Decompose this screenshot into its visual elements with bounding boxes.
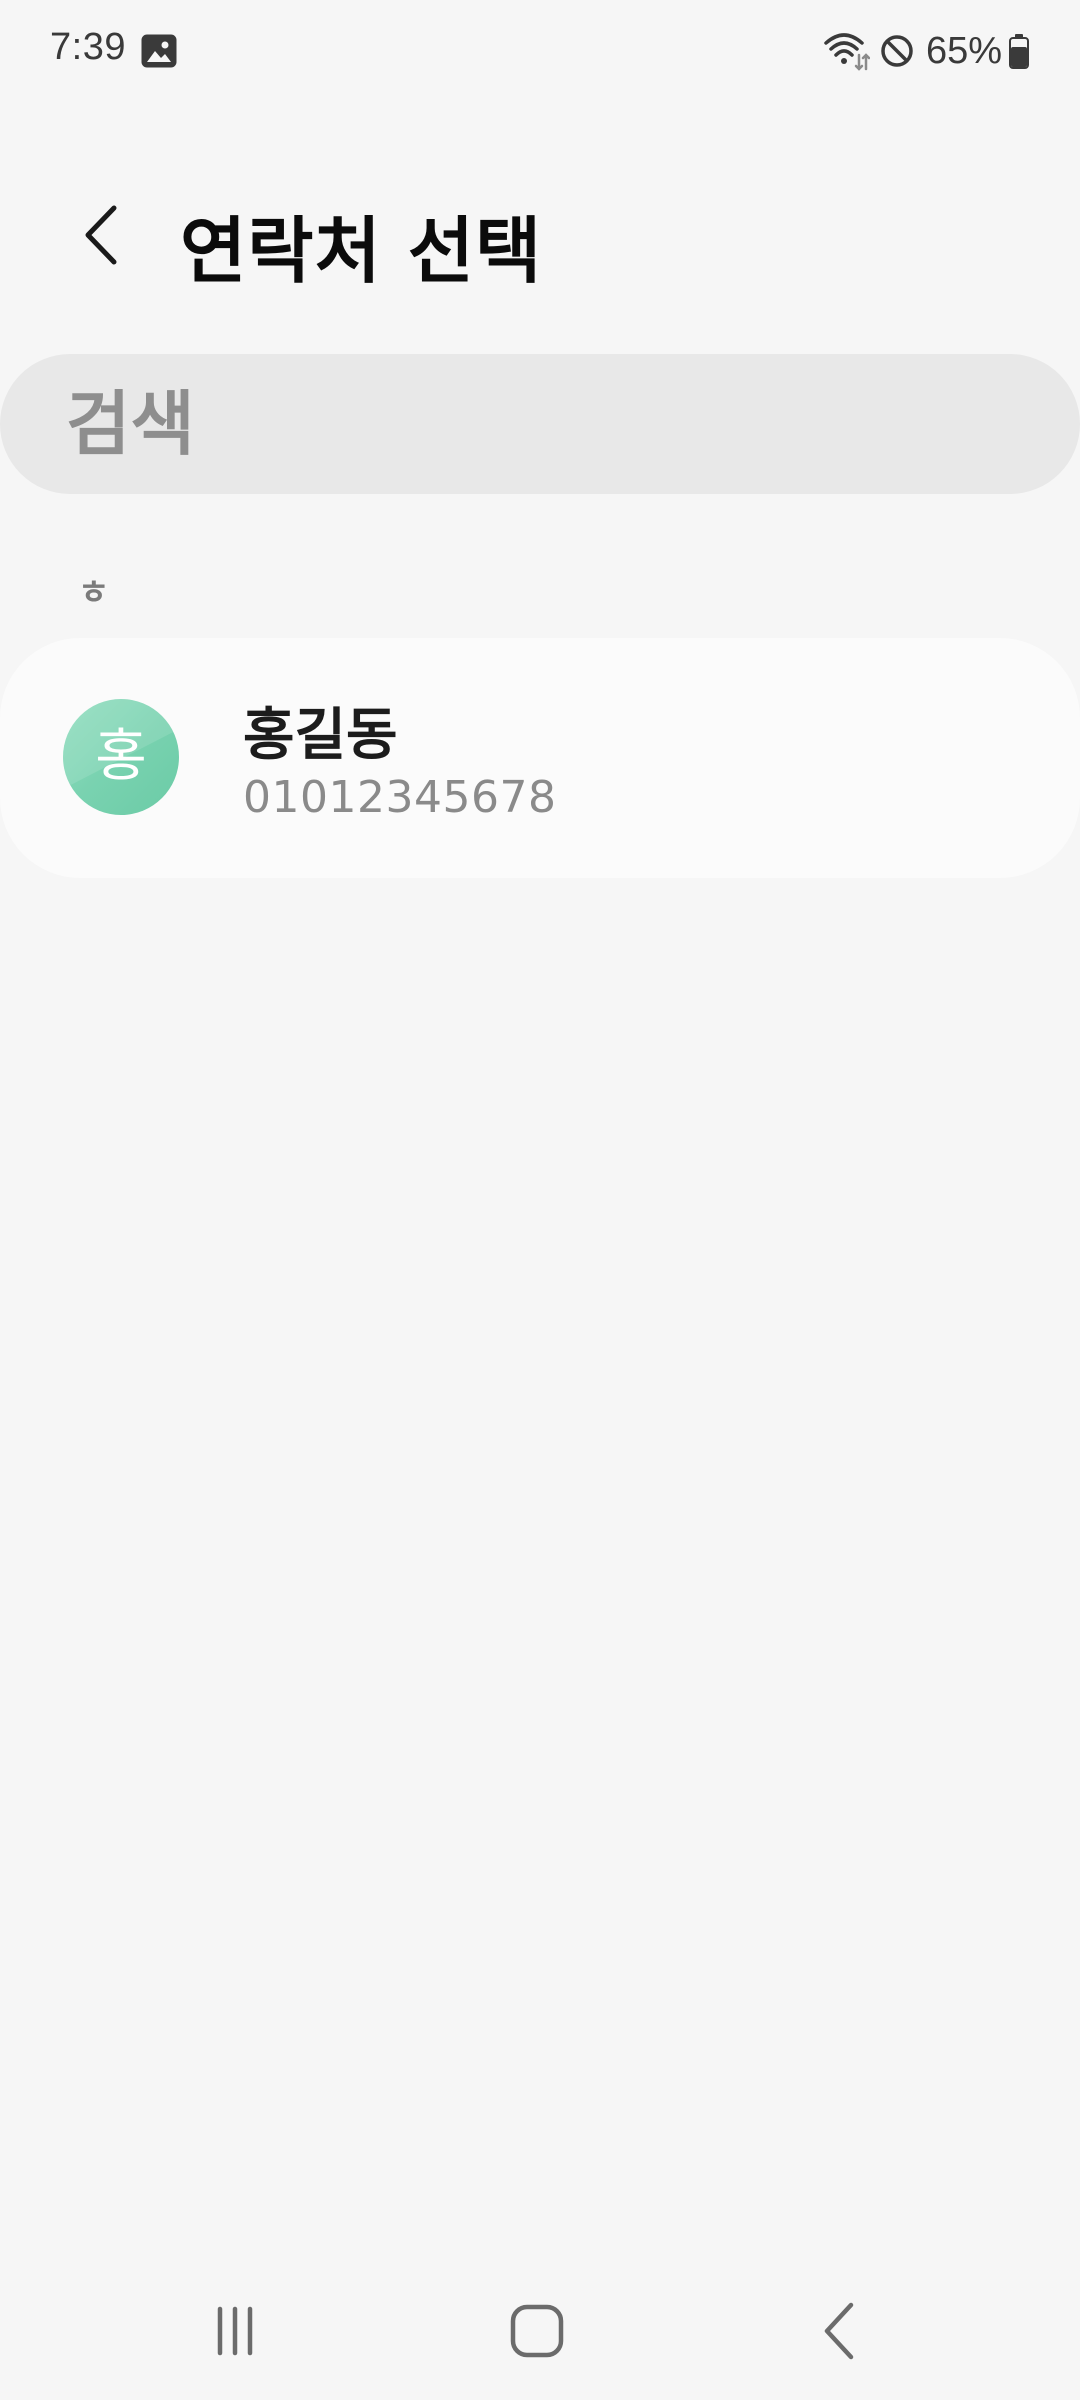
contact-list-item[interactable]: 홍 홍길동 01012345678 xyxy=(0,638,1080,878)
app-bar: 연락처 선택 xyxy=(0,170,1080,300)
page-title: 연락처 선택 xyxy=(180,209,543,293)
do-not-disturb-icon xyxy=(878,32,916,70)
gallery-icon xyxy=(141,34,177,68)
recent-apps-icon xyxy=(217,2306,253,2356)
search-box[interactable] xyxy=(0,354,1080,494)
home-button[interactable] xyxy=(492,2296,582,2366)
avatar: 홍 xyxy=(63,699,179,815)
battery-percent: 65% xyxy=(925,29,1002,72)
battery-icon xyxy=(1008,33,1030,69)
recent-apps-button[interactable] xyxy=(190,2296,280,2366)
nav-back-button[interactable] xyxy=(796,2296,886,2366)
navigation-bar xyxy=(0,2260,1080,2400)
status-time: 7:39 xyxy=(50,26,126,68)
home-icon xyxy=(510,2304,564,2358)
contact-phone: 01012345678 xyxy=(243,772,557,823)
chevron-left-icon xyxy=(85,205,117,265)
section-header: ㅎ xyxy=(78,573,110,613)
back-button[interactable] xyxy=(58,190,148,280)
back-icon xyxy=(824,2302,854,2360)
status-icons: 65% xyxy=(822,26,1030,76)
contact-name: 홍길동 xyxy=(243,703,398,768)
search-input[interactable] xyxy=(66,354,1006,494)
wifi-icon xyxy=(822,31,870,71)
status-bar: 7:39 65% xyxy=(0,0,1080,104)
avatar-initial: 홍 xyxy=(95,724,147,789)
